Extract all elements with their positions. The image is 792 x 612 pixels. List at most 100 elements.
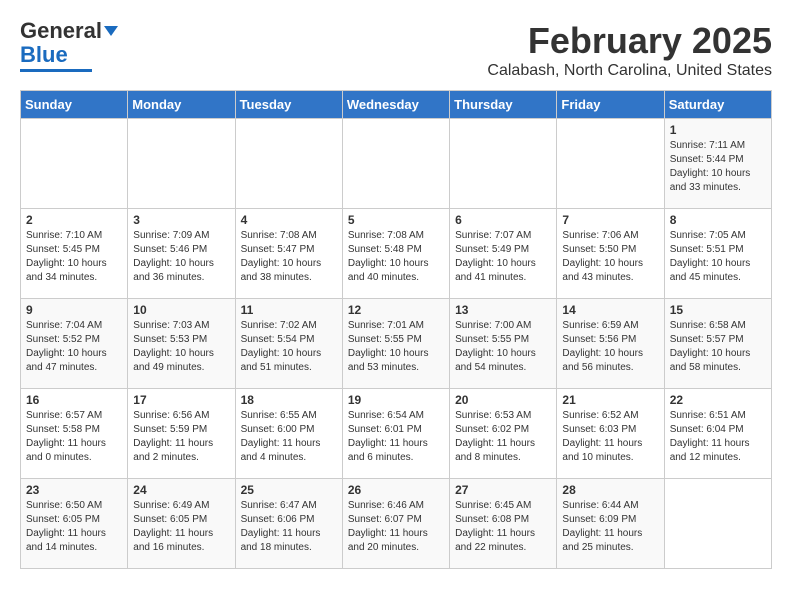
day-number: 20 (455, 393, 551, 407)
day-number: 2 (26, 213, 122, 227)
calendar-day-cell: 24 Sunrise: 6:49 AM Sunset: 6:05 PM Dayli… (128, 479, 235, 569)
day-info: Sunrise: 6:51 AM Sunset: 6:04 PM Dayligh… (670, 409, 766, 465)
logo-blue-text: Blue (20, 42, 68, 68)
calendar-week-row: 23 Sunrise: 6:50 AM Sunset: 6:05 PM Dayli… (21, 479, 772, 569)
day-number: 4 (241, 213, 337, 227)
day-info: Sunrise: 7:01 AM Sunset: 5:55 PM Dayligh… (348, 319, 444, 375)
day-info: Sunrise: 7:06 AM Sunset: 5:50 PM Dayligh… (562, 229, 658, 285)
logo: General Blue (20, 20, 122, 72)
day-info: Sunrise: 7:07 AM Sunset: 5:49 PM Dayligh… (455, 229, 551, 285)
calendar-day-cell: 13 Sunrise: 7:00 AM Sunset: 5:55 PM Dayli… (450, 299, 557, 389)
day-number: 7 (562, 213, 658, 227)
calendar-day-cell: 22 Sunrise: 6:51 AM Sunset: 6:04 PM Dayli… (664, 389, 771, 479)
day-number: 13 (455, 303, 551, 317)
logo-underline (20, 69, 92, 72)
day-number: 6 (455, 213, 551, 227)
calendar-day-cell: 9 Sunrise: 7:04 AM Sunset: 5:52 PM Daylig… (21, 299, 128, 389)
month-title: February 2025 (487, 20, 772, 62)
day-number: 23 (26, 483, 122, 497)
calendar-day-cell: 16Sunrise: 6:57 AM Sunset: 5:58 PM Dayli… (21, 389, 128, 479)
day-number: 27 (455, 483, 551, 497)
day-number: 22 (670, 393, 766, 407)
day-info: Sunrise: 7:03 AM Sunset: 5:53 PM Dayligh… (133, 319, 229, 375)
day-info: Sunrise: 7:08 AM Sunset: 5:47 PM Dayligh… (241, 229, 337, 285)
calendar-day-cell (21, 119, 128, 209)
calendar-day-cell: 18 Sunrise: 6:55 AM Sunset: 6:00 PM Dayli… (235, 389, 342, 479)
calendar-day-cell: 14Sunrise: 6:59 AM Sunset: 5:56 PM Dayli… (557, 299, 664, 389)
day-number: 17 (133, 393, 229, 407)
day-number: 8 (670, 213, 766, 227)
calendar-week-row: 9 Sunrise: 7:04 AM Sunset: 5:52 PM Daylig… (21, 299, 772, 389)
day-number: 18 (241, 393, 337, 407)
day-info: Sunrise: 6:58 AM Sunset: 5:57 PM Dayligh… (670, 319, 766, 375)
day-info: Sunrise: 6:55 AM Sunset: 6:00 PM Dayligh… (241, 409, 337, 465)
day-info: Sunrise: 7:05 AM Sunset: 5:51 PM Dayligh… (670, 229, 766, 285)
calendar-day-cell: 17Sunrise: 6:56 AM Sunset: 5:59 PM Dayli… (128, 389, 235, 479)
calendar-day-cell: 5Sunrise: 7:08 AM Sunset: 5:48 PM Daylig… (342, 209, 449, 299)
day-info: Sunrise: 7:11 AM Sunset: 5:44 PM Dayligh… (670, 139, 766, 195)
day-info: Sunrise: 6:44 AM Sunset: 6:09 PM Dayligh… (562, 499, 658, 555)
day-number: 1 (670, 123, 766, 137)
logo-triangle-icon (104, 22, 122, 40)
calendar-day-cell: 3 Sunrise: 7:09 AM Sunset: 5:46 PM Daylig… (128, 209, 235, 299)
calendar-day-cell (128, 119, 235, 209)
weekday-header-friday: Friday (557, 91, 664, 119)
day-number: 21 (562, 393, 658, 407)
calendar-day-cell: 27Sunrise: 6:45 AM Sunset: 6:08 PM Dayli… (450, 479, 557, 569)
calendar-table: SundayMondayTuesdayWednesdayThursdayFrid… (20, 90, 772, 569)
calendar-day-cell: 15 Sunrise: 6:58 AM Sunset: 5:57 PM Dayli… (664, 299, 771, 389)
day-info: Sunrise: 7:10 AM Sunset: 5:45 PM Dayligh… (26, 229, 122, 285)
day-info: Sunrise: 6:53 AM Sunset: 6:02 PM Dayligh… (455, 409, 551, 465)
day-info: Sunrise: 7:09 AM Sunset: 5:46 PM Dayligh… (133, 229, 229, 285)
day-number: 25 (241, 483, 337, 497)
calendar-day-cell: 7 Sunrise: 7:06 AM Sunset: 5:50 PM Daylig… (557, 209, 664, 299)
day-number: 3 (133, 213, 229, 227)
day-number: 10 (133, 303, 229, 317)
day-number: 12 (348, 303, 444, 317)
day-info: Sunrise: 7:04 AM Sunset: 5:52 PM Dayligh… (26, 319, 122, 375)
calendar-day-cell: 28 Sunrise: 6:44 AM Sunset: 6:09 PM Dayli… (557, 479, 664, 569)
day-info: Sunrise: 6:50 AM Sunset: 6:05 PM Dayligh… (26, 499, 122, 555)
day-number: 24 (133, 483, 229, 497)
day-info: Sunrise: 6:52 AM Sunset: 6:03 PM Dayligh… (562, 409, 658, 465)
day-number: 5 (348, 213, 444, 227)
calendar-day-cell: 21 Sunrise: 6:52 AM Sunset: 6:03 PM Dayli… (557, 389, 664, 479)
calendar-day-cell: 4 Sunrise: 7:08 AM Sunset: 5:47 PM Daylig… (235, 209, 342, 299)
calendar-day-cell: 26 Sunrise: 6:46 AM Sunset: 6:07 PM Dayli… (342, 479, 449, 569)
weekday-header-thursday: Thursday (450, 91, 557, 119)
day-number: 11 (241, 303, 337, 317)
calendar-day-cell: 2 Sunrise: 7:10 AM Sunset: 5:45 PM Daylig… (21, 209, 128, 299)
day-number: 14 (562, 303, 658, 317)
calendar-day-cell: 6 Sunrise: 7:07 AM Sunset: 5:49 PM Daylig… (450, 209, 557, 299)
calendar-week-row: 2 Sunrise: 7:10 AM Sunset: 5:45 PM Daylig… (21, 209, 772, 299)
calendar-day-cell: 12 Sunrise: 7:01 AM Sunset: 5:55 PM Dayli… (342, 299, 449, 389)
title-block: February 2025 Calabash, North Carolina, … (487, 20, 772, 80)
weekday-header-sunday: Sunday (21, 91, 128, 119)
day-info: Sunrise: 7:00 AM Sunset: 5:55 PM Dayligh… (455, 319, 551, 375)
day-number: 26 (348, 483, 444, 497)
day-number: 9 (26, 303, 122, 317)
calendar-day-cell: 23 Sunrise: 6:50 AM Sunset: 6:05 PM Dayli… (21, 479, 128, 569)
day-number: 15 (670, 303, 766, 317)
calendar-week-row: 1 Sunrise: 7:11 AM Sunset: 5:44 PM Daylig… (21, 119, 772, 209)
day-info: Sunrise: 6:46 AM Sunset: 6:07 PM Dayligh… (348, 499, 444, 555)
page-header: General Blue February 2025 Calabash, Nor… (20, 20, 772, 80)
day-info: Sunrise: 7:02 AM Sunset: 5:54 PM Dayligh… (241, 319, 337, 375)
calendar-day-cell (342, 119, 449, 209)
calendar-day-cell: 25 Sunrise: 6:47 AM Sunset: 6:06 PM Dayli… (235, 479, 342, 569)
weekday-header-saturday: Saturday (664, 91, 771, 119)
day-number: 28 (562, 483, 658, 497)
calendar-day-cell (235, 119, 342, 209)
day-number: 19 (348, 393, 444, 407)
calendar-day-cell (557, 119, 664, 209)
logo-general-text: General (20, 20, 102, 42)
calendar-day-cell: 19Sunrise: 6:54 AM Sunset: 6:01 PM Dayli… (342, 389, 449, 479)
location-title: Calabash, North Carolina, United States (487, 62, 772, 80)
calendar-week-row: 16Sunrise: 6:57 AM Sunset: 5:58 PM Dayli… (21, 389, 772, 479)
day-info: Sunrise: 6:47 AM Sunset: 6:06 PM Dayligh… (241, 499, 337, 555)
weekday-header-monday: Monday (128, 91, 235, 119)
weekday-header-tuesday: Tuesday (235, 91, 342, 119)
calendar-day-cell: 1 Sunrise: 7:11 AM Sunset: 5:44 PM Daylig… (664, 119, 771, 209)
day-number: 16 (26, 393, 122, 407)
day-info: Sunrise: 6:49 AM Sunset: 6:05 PM Dayligh… (133, 499, 229, 555)
